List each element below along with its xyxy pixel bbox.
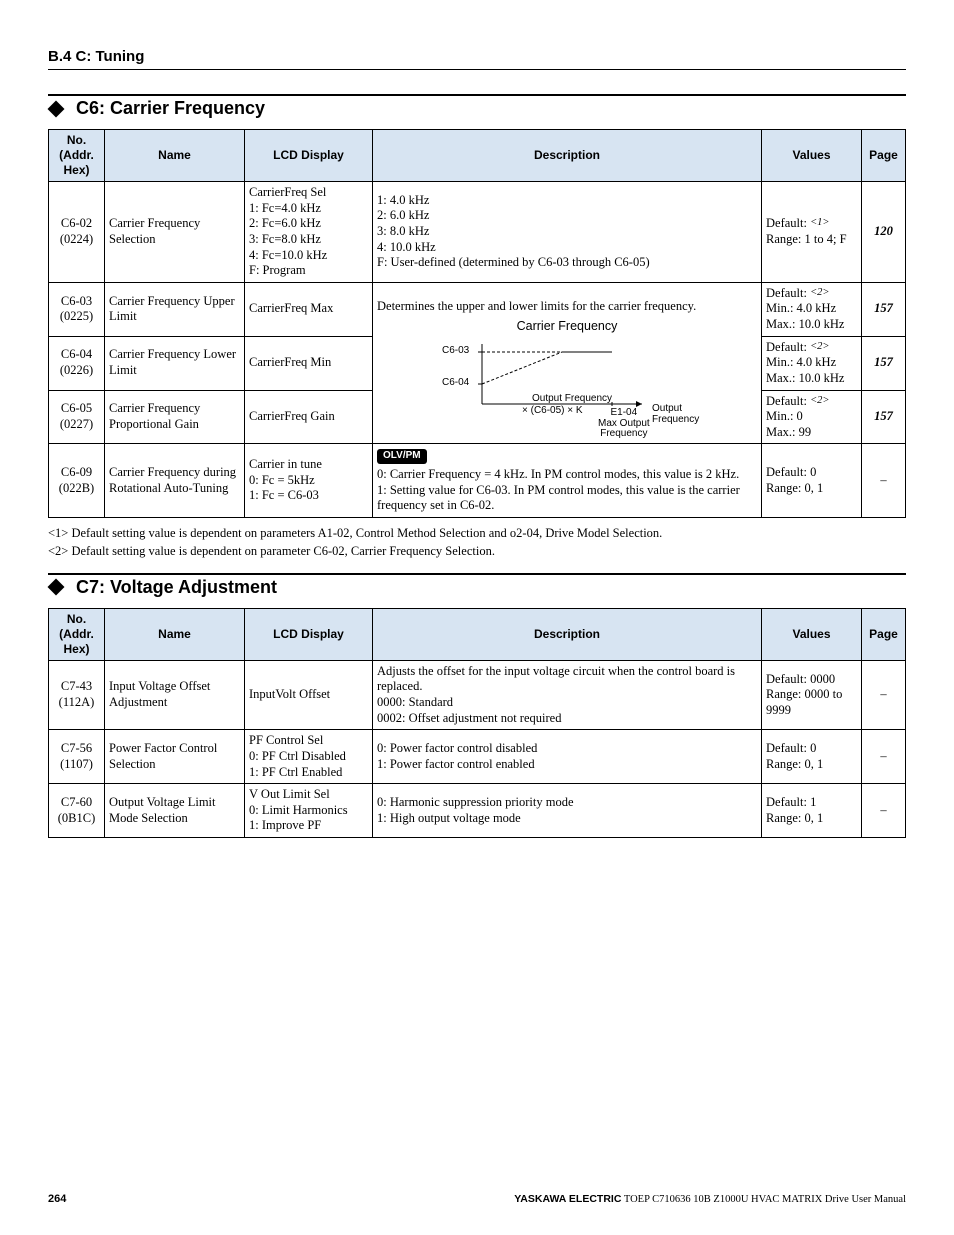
- cell-lcd: InputVolt Offset: [245, 660, 373, 730]
- cell-val: Default: <1> Range: 1 to 4; F: [762, 182, 862, 283]
- cell-lcd: CarrierFreq Gain: [245, 390, 373, 444]
- cell-lcd: Carrier in tune 0: Fc = 5kHz 1: Fc = C6-…: [245, 444, 373, 517]
- diag-gain: × (C6-05) × K: [522, 406, 583, 417]
- cell-desc: Adjusts the offset for the input voltage…: [373, 660, 762, 730]
- cell-name: Output Voltage Limit Mode Selection: [105, 784, 245, 838]
- page-footer: 264 YASKAWA ELECTRIC TOEP C710636 10B Z1…: [48, 1193, 906, 1205]
- table-header-row: No. (Addr. Hex) Name LCD Display Descrip…: [49, 130, 906, 182]
- cell-name: Carrier Frequency Lower Limit: [105, 336, 245, 390]
- cell-no: C6-04 (0226): [49, 336, 105, 390]
- cell-name: Power Factor Control Selection: [105, 730, 245, 784]
- cell-desc: 0: Harmonic suppression priority mode 1:…: [373, 784, 762, 838]
- diamond-icon: [48, 579, 65, 596]
- cell-val: Default: <2> Min.: 0 Max.: 99: [762, 390, 862, 444]
- th-page: Page: [862, 608, 906, 660]
- footnotes-c6: <1> Default setting value is dependent o…: [48, 526, 906, 559]
- th-val: Values: [762, 130, 862, 182]
- diagram: C6-03 C6-04 Output Frequency × (C6-05) ×…: [412, 334, 722, 429]
- cell-desc: OLV/PM 0: Carrier Frequency = 4 kHz. In …: [373, 444, 762, 517]
- th-desc: Description: [373, 130, 762, 182]
- diagram-intro: Determines the upper and lower limits fo…: [377, 299, 757, 315]
- breadcrumb: B.4 C: Tuning: [48, 48, 906, 70]
- cell-page[interactable]: 157: [862, 336, 906, 390]
- cell-page[interactable]: 157: [862, 282, 906, 336]
- table-row: C7-43 (112A) Input Voltage Offset Adjust…: [49, 660, 906, 730]
- diamond-icon: [48, 100, 65, 117]
- diag-c604: C6-04: [442, 378, 469, 389]
- section-title-c6: C6: Carrier Frequency: [48, 94, 906, 123]
- table-row: C7-60 (0B1C) Output Voltage Limit Mode S…: [49, 784, 906, 838]
- cell-page[interactable]: 157: [862, 390, 906, 444]
- footnote: <2> Default setting value is dependent o…: [48, 544, 906, 559]
- diag-c603: C6-03: [442, 346, 469, 357]
- cell-name: Input Voltage Offset Adjustment: [105, 660, 245, 730]
- th-page: Page: [862, 130, 906, 182]
- cell-page: –: [862, 444, 906, 517]
- cell-no: C6-02 (0224): [49, 182, 105, 283]
- mode-pill: OLV/PM: [377, 449, 427, 464]
- diagram-yaxis: Carrier Frequency: [377, 319, 757, 335]
- diag-outfreq: Output Frequency: [652, 404, 699, 425]
- table-row: C6-03 (0225) Carrier Frequency Upper Lim…: [49, 282, 906, 336]
- th-name: Name: [105, 608, 245, 660]
- table-c6: No. (Addr. Hex) Name LCD Display Descrip…: [48, 129, 906, 518]
- table-header-row: No. (Addr. Hex) Name LCD Display Descrip…: [49, 608, 906, 660]
- cell-desc: 1: 4.0 kHz 2: 6.0 kHz 3: 8.0 kHz 4: 10.0…: [373, 182, 762, 283]
- table-row: C7-56 (1107) Power Factor Control Select…: [49, 730, 906, 784]
- cell-name: Carrier Frequency Upper Limit: [105, 282, 245, 336]
- cell-no: C6-09 (022B): [49, 444, 105, 517]
- cell-page: –: [862, 730, 906, 784]
- cell-name: Carrier Frequency Selection: [105, 182, 245, 283]
- th-lcd: LCD Display: [245, 130, 373, 182]
- cell-lcd: V Out Limit Sel 0: Limit Harmonics 1: Im…: [245, 784, 373, 838]
- th-lcd: LCD Display: [245, 608, 373, 660]
- cell-lcd: CarrierFreq Max: [245, 282, 373, 336]
- cell-no: C6-03 (0225): [49, 282, 105, 336]
- cell-no: C7-56 (1107): [49, 730, 105, 784]
- th-desc: Description: [373, 608, 762, 660]
- cell-no: C7-43 (112A): [49, 660, 105, 730]
- cell-no: C7-60 (0B1C): [49, 784, 105, 838]
- cell-val: Default: 1 Range: 0, 1: [762, 784, 862, 838]
- cell-desc-diagram: Determines the upper and lower limits fo…: [373, 282, 762, 444]
- section-title-text: C7: Voltage Adjustment: [76, 577, 277, 598]
- cell-val: Default: 0 Range: 0, 1: [762, 444, 862, 517]
- diag-e104: E1-04 Max Output Frequency: [598, 408, 650, 440]
- section-title-text: C6: Carrier Frequency: [76, 98, 265, 119]
- th-name: Name: [105, 130, 245, 182]
- cell-lcd: CarrierFreq Sel 1: Fc=4.0 kHz 2: Fc=6.0 …: [245, 182, 373, 283]
- cell-lcd: CarrierFreq Min: [245, 336, 373, 390]
- page-number: 264: [48, 1193, 66, 1205]
- cell-val: Default: <2> Min.: 4.0 kHz Max.: 10.0 kH…: [762, 282, 862, 336]
- cell-name: Carrier Frequency during Rotational Auto…: [105, 444, 245, 517]
- cell-page: –: [862, 660, 906, 730]
- cell-no: C6-05 (0227): [49, 390, 105, 444]
- section-title-c7: C7: Voltage Adjustment: [48, 573, 906, 602]
- cell-name: Carrier Frequency Proportional Gain: [105, 390, 245, 444]
- manual-title: YASKAWA ELECTRIC TOEP C710636 10B Z1000U…: [514, 1193, 906, 1205]
- footnote: <1> Default setting value is dependent o…: [48, 526, 906, 541]
- table-row: C6-09 (022B) Carrier Frequency during Ro…: [49, 444, 906, 517]
- cell-lcd: PF Control Sel 0: PF Ctrl Disabled 1: PF…: [245, 730, 373, 784]
- diag-xaxis: Output Frequency: [532, 394, 612, 405]
- table-c7: No. (Addr. Hex) Name LCD Display Descrip…: [48, 608, 906, 838]
- cell-desc: 0: Power factor control disabled 1: Powe…: [373, 730, 762, 784]
- cell-val: Default: 0 Range: 0, 1: [762, 730, 862, 784]
- cell-val: Default: <2> Min.: 4.0 kHz Max.: 10.0 kH…: [762, 336, 862, 390]
- th-val: Values: [762, 608, 862, 660]
- table-row: C6-02 (0224) Carrier Frequency Selection…: [49, 182, 906, 283]
- th-no: No. (Addr. Hex): [49, 608, 105, 660]
- th-no: No. (Addr. Hex): [49, 130, 105, 182]
- cell-page[interactable]: 120: [862, 182, 906, 283]
- cell-page: –: [862, 784, 906, 838]
- cell-val: Default: 0000 Range: 0000 to 9999: [762, 660, 862, 730]
